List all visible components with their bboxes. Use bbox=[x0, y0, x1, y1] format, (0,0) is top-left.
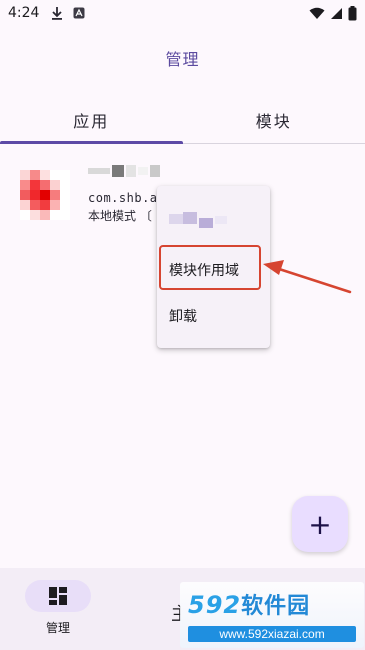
status-system-icons bbox=[309, 5, 357, 21]
battery-icon bbox=[348, 5, 357, 20]
download-icon bbox=[52, 7, 63, 20]
menu-header-obscured bbox=[169, 210, 229, 228]
tab-apps-label: 应用 bbox=[73, 111, 110, 131]
app-name-obscured bbox=[88, 164, 160, 178]
dashboard-icon bbox=[49, 587, 67, 605]
menu-item-uninstall[interactable]: 卸载 bbox=[157, 292, 270, 340]
nav-item-manage-label: 管理 bbox=[45, 621, 70, 635]
annotation-arrow-icon bbox=[263, 260, 352, 294]
page-title: 管理 bbox=[165, 50, 200, 69]
nav-item-manage[interactable] bbox=[25, 580, 91, 612]
status-bar: 4:24 bbox=[0, 0, 365, 26]
tab-modules[interactable]: 模块 bbox=[183, 96, 365, 143]
add-fab-button[interactable]: + bbox=[292, 496, 348, 552]
annotation-highlight-box bbox=[159, 245, 261, 290]
tab-active-indicator bbox=[0, 141, 183, 144]
status-time: 4:24 bbox=[8, 5, 40, 21]
tab-modules-label: 模块 bbox=[255, 111, 292, 131]
watermark-logo: 592软件园 www.592xiazai.com bbox=[180, 582, 364, 648]
app-package-name: com.shb.a bbox=[88, 191, 158, 205]
status-notification-icons bbox=[51, 6, 85, 20]
watermark-url: www.592xiazai.com bbox=[188, 626, 356, 642]
signal-icon bbox=[331, 7, 342, 19]
wifi-icon bbox=[309, 7, 325, 19]
watermark-number: 592 bbox=[188, 591, 242, 619]
watermark-brand-text: 软件园 bbox=[241, 594, 311, 619]
plus-icon: + bbox=[308, 507, 332, 541]
app-mode-label: 本地模式 〔 bbox=[88, 209, 152, 223]
app-notification-icon bbox=[73, 7, 85, 19]
tab-apps[interactable]: 应用 bbox=[0, 96, 183, 144]
watermark-brand: 592软件园 bbox=[188, 588, 310, 620]
app-icon bbox=[20, 170, 70, 220]
tab-bar: 应用 模块 bbox=[0, 96, 365, 144]
